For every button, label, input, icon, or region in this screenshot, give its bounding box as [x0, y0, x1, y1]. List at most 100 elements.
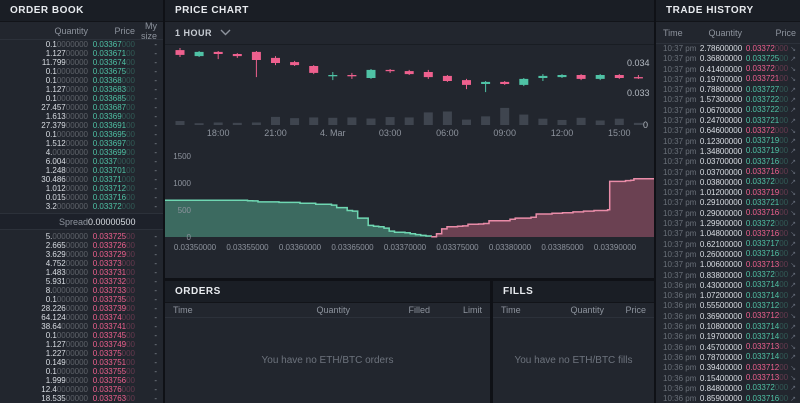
order-quantity: 1.01200000	[45, 184, 88, 193]
trade-quantity: 0.29100000	[699, 198, 743, 208]
svg-text:1000: 1000	[173, 179, 191, 188]
trade-quantity: 0.10800000	[699, 322, 743, 332]
order-quantity: 8.00000000	[45, 286, 88, 295]
order-book-row[interactable]: 1.48300000 0.03373100 -	[0, 268, 163, 277]
trade-quantity: 1.07200000	[699, 291, 743, 301]
arrow-up-icon: ↗	[790, 282, 796, 290]
order-book-row[interactable]: 4.75200000 0.03373000 -	[0, 259, 163, 268]
trade-history-panel: TRADE HISTORY Time Quantity Price 10:37 …	[656, 0, 800, 403]
order-quantity: 1.12700000	[45, 49, 88, 58]
trade-quantity: 0.36900000	[699, 311, 743, 321]
order-book-row[interactable]: 8.00000000 0.03373300 -	[0, 286, 163, 295]
order-book-row[interactable]: 5.93100000 0.03373200 -	[0, 277, 163, 286]
order-book-row[interactable]: 5.00000000 0.03372500 -	[0, 232, 163, 241]
order-book-row[interactable]: 1.99900000 0.03375600 -	[0, 376, 163, 385]
order-book-row[interactable]: 0.10000000 0.03368500 -	[0, 94, 163, 103]
order-price: 0.03367400	[92, 58, 135, 67]
order-my-size: -	[154, 184, 157, 193]
order-price: 0.03373900	[92, 304, 135, 313]
order-book-row[interactable]: 1.12700000 0.03367100 -	[0, 49, 163, 58]
order-book-row[interactable]: 0.10000000 0.03374500 -	[0, 331, 163, 340]
order-book-row[interactable]: 12.40000000 0.03376000 -	[0, 385, 163, 394]
spread-row: Spread 0.00000500	[0, 213, 163, 230]
order-my-size: -	[154, 286, 157, 295]
order-book-row[interactable]: 6.00400000 0.03370000 -	[0, 157, 163, 166]
middle-column: PRICE CHART 1 HOUR 18:00 21:00 4. Mar 03:00…	[165, 0, 654, 403]
trade-quantity: 1.57300000	[699, 95, 743, 105]
order-book-row[interactable]: 11.79900000 0.03367400 -	[0, 58, 163, 67]
order-my-size: -	[154, 49, 157, 58]
order-quantity: 18.53500000	[41, 394, 88, 403]
orders-title: ORDERS	[165, 281, 490, 303]
arrow-down-icon: ↘	[790, 375, 796, 382]
order-book-panel: ORDER BOOK Quantity Price My size 0.1000…	[0, 0, 163, 403]
order-book-row[interactable]: 3.20000000 0.03372000 -	[0, 202, 163, 211]
trade-time: 10:37 pm	[663, 239, 697, 249]
arrow-up-icon: ↗	[790, 55, 796, 63]
order-my-size: -	[154, 130, 157, 139]
order-book-row[interactable]: 1.61300000 0.03369000 -	[0, 112, 163, 121]
order-book-row[interactable]: 0.01500000 0.03371600 -	[0, 193, 163, 202]
trade-quantity: 0.06700000	[699, 105, 743, 115]
order-book-row[interactable]: 30.48600000 0.03371000 -	[0, 175, 163, 184]
trade-quantity: 0.84800000	[699, 383, 743, 393]
order-book-row[interactable]: 0.14900000 0.03375100 -	[0, 358, 163, 367]
trade-history-row: 10:36 pm 0.10800000 0.03371400 ↗	[656, 322, 800, 332]
order-book-row[interactable]: 4.00000000 0.03369900 -	[0, 148, 163, 157]
timeframe-dropdown[interactable]: 1 HOUR	[165, 22, 654, 45]
trade-history-row: 10:36 pm 0.85900000 0.03371600 ↗	[656, 394, 800, 403]
arrow-up-icon: ↗	[790, 272, 796, 280]
arrow-up-icon: ↗	[790, 96, 796, 104]
order-book-row[interactable]: 3.62900000 0.03372900 -	[0, 250, 163, 259]
order-book-asks: 5.00000000 0.03372500 - 2.66500000 0.0337260…	[0, 232, 163, 403]
svg-text:0.03370000: 0.03370000	[384, 243, 427, 252]
arrow-up-icon: ↗	[790, 251, 796, 259]
order-price: 0.03373300	[92, 286, 135, 295]
order-quantity: 5.00000000	[45, 232, 88, 241]
order-book-row[interactable]: 27.45700000 0.03368700 -	[0, 103, 163, 112]
fills-panel: FILLS Time Quantity Price You have no ET…	[493, 281, 654, 403]
order-book-row[interactable]: 64.12400000 0.03374000 -	[0, 313, 163, 322]
order-book-row[interactable]: 0.10000000 0.03367000 -	[0, 40, 163, 49]
trade-history-row: 10:37 pm 1.34800000 0.03371900 ↗	[656, 146, 800, 157]
order-book-row[interactable]: 28.22600000 0.03373900 -	[0, 304, 163, 313]
order-quantity: 6.00400000	[45, 157, 88, 166]
order-book-row[interactable]: 18.53500000 0.03376300 -	[0, 394, 163, 403]
trade-time: 10:37 pm	[663, 198, 697, 208]
order-my-size: -	[154, 367, 157, 376]
order-price: 0.03368300	[92, 85, 135, 94]
order-book-row[interactable]: 0.10000000 0.03373500 -	[0, 295, 163, 304]
order-quantity: 1.51200000	[45, 139, 88, 148]
order-book-row[interactable]: 1.51200000 0.03369700 -	[0, 139, 163, 148]
order-book-row[interactable]: 0.10000000 0.03368000 -	[0, 76, 163, 85]
arrow-down-icon: ↘	[790, 189, 796, 197]
order-book-row[interactable]: 27.37900000 0.03369100 -	[0, 121, 163, 130]
order-book-row[interactable]: 2.66500000 0.03372600 -	[0, 241, 163, 250]
svg-text:0: 0	[187, 233, 192, 242]
trade-history-row: 10:37 pm 1.00600000 0.03371300 ↘	[656, 260, 800, 270]
order-quantity: 1.12700000	[45, 85, 88, 94]
order-book-row[interactable]: 0.10000000 0.03375500 -	[0, 367, 163, 376]
column-filled: Filled	[408, 305, 430, 315]
order-book-row[interactable]: 1.12700000 0.03374900 -	[0, 340, 163, 349]
order-book-row[interactable]: 1.12700000 0.03368300 -	[0, 85, 163, 94]
order-book-row[interactable]: 1.01200000 0.03371200 -	[0, 184, 163, 193]
order-book-column-headers: Quantity Price My size	[0, 21, 163, 41]
order-book-row[interactable]: 0.10000000 0.03367500 -	[0, 67, 163, 76]
order-my-size: -	[154, 277, 157, 286]
order-book-row[interactable]: 0.10000000 0.03369500 -	[0, 130, 163, 139]
trade-quantity: 0.03800000	[699, 177, 743, 187]
trade-quantity: 1.00600000	[699, 260, 743, 270]
order-my-size: -	[154, 166, 157, 175]
order-my-size: -	[154, 385, 157, 394]
order-book-row[interactable]: 38.64000000 0.03374100 -	[0, 322, 163, 331]
column-price: Price	[114, 25, 135, 36]
order-book-row[interactable]: 1.22700000 0.03375000 -	[0, 349, 163, 358]
trade-time: 10:37 pm	[663, 249, 697, 259]
order-quantity: 1.12700000	[45, 340, 88, 349]
trade-history-row: 10:37 pm 0.19700000 0.03372100 ↘	[656, 74, 800, 85]
order-book-row[interactable]: 1.24800000 0.03370100 -	[0, 166, 163, 175]
arrow-up-icon: ↗	[790, 148, 796, 156]
trade-time: 10:36 pm	[663, 311, 697, 321]
trade-quantity: 0.19700000	[699, 332, 743, 342]
